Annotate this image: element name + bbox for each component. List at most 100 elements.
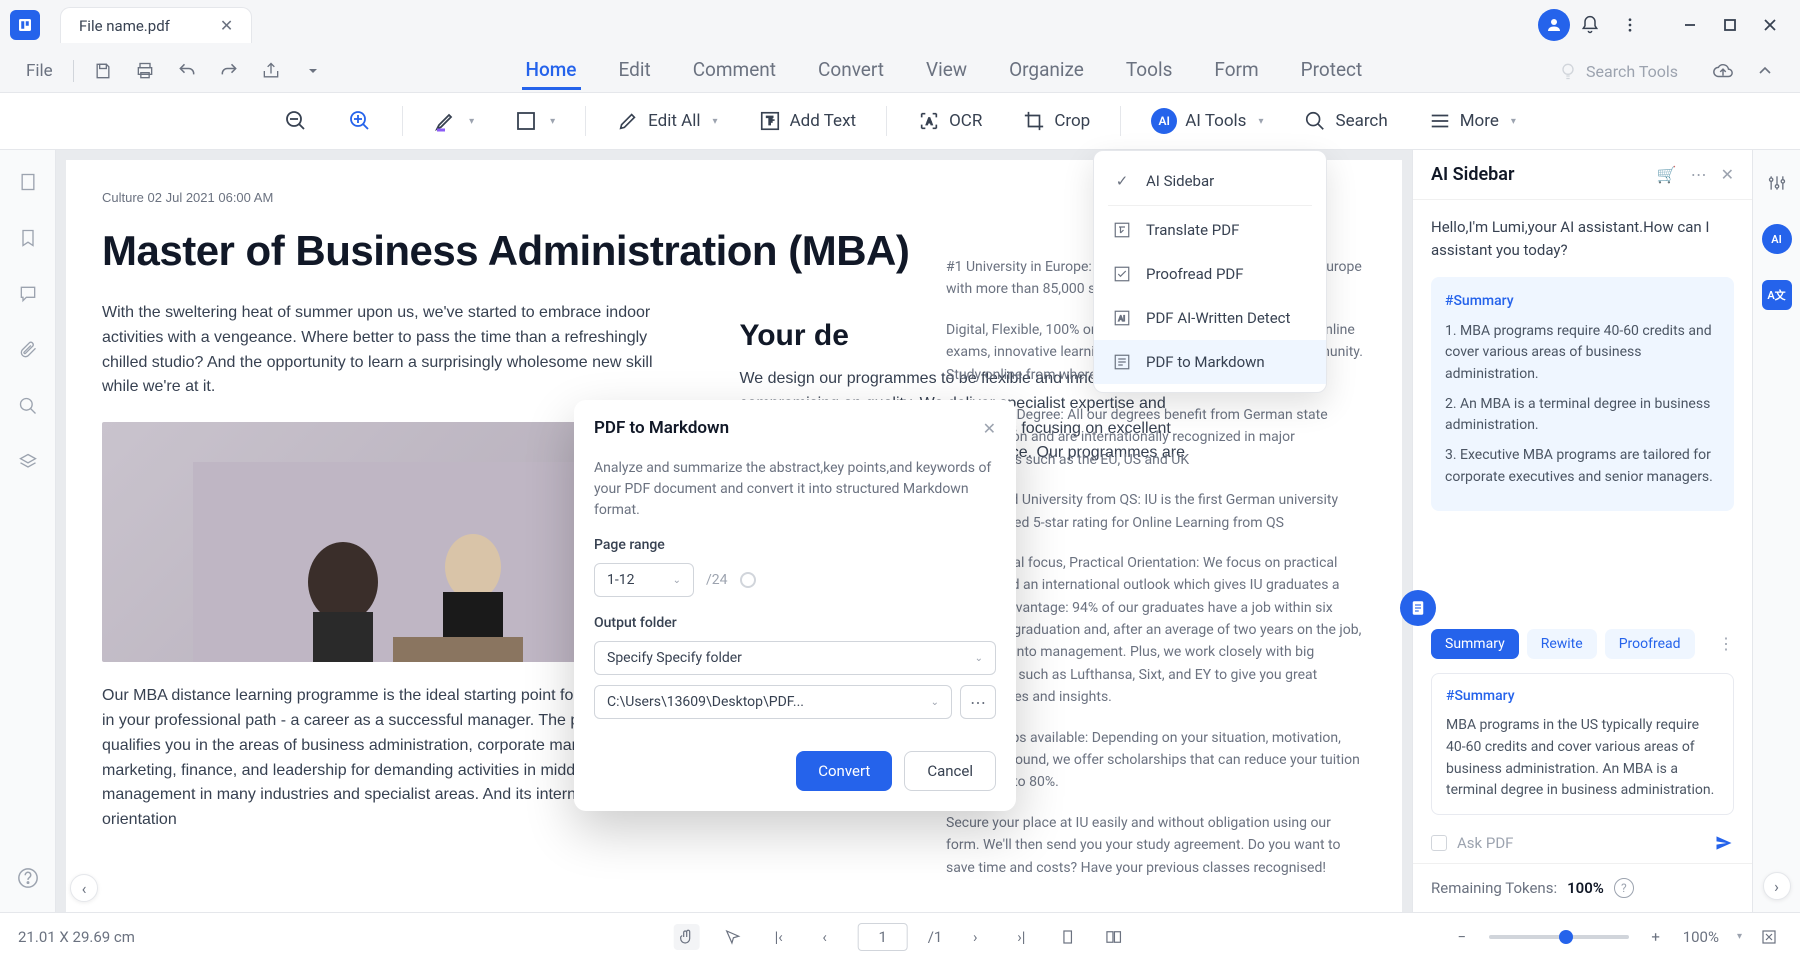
floating-doc-icon[interactable] bbox=[1400, 590, 1436, 626]
zoom-in-button[interactable] bbox=[338, 103, 382, 139]
crop-button[interactable]: Crop bbox=[1012, 103, 1100, 139]
page-total: /24 bbox=[706, 572, 728, 588]
modal-description: Analyze and summarize the abstract,key p… bbox=[594, 458, 996, 521]
tab-organize[interactable]: Organize bbox=[1005, 52, 1088, 90]
hand-tool-icon[interactable] bbox=[674, 924, 700, 950]
browse-folder-button[interactable]: ⋯ bbox=[960, 685, 996, 719]
comment-icon[interactable] bbox=[14, 280, 42, 308]
settings-icon[interactable] bbox=[1762, 168, 1792, 198]
ai-tools-button[interactable]: AIAI Tools▾ bbox=[1141, 102, 1273, 140]
chip-more-icon[interactable]: ⋮ bbox=[1718, 634, 1734, 653]
chip-rewrite[interactable]: Rewite bbox=[1527, 629, 1597, 659]
ask-checkbox[interactable] bbox=[1431, 835, 1447, 851]
user-avatar[interactable] bbox=[1538, 9, 1570, 41]
maximize-button[interactable] bbox=[1710, 5, 1750, 45]
menu-tabs: Home Edit Comment Convert View Organize … bbox=[338, 52, 1550, 90]
tab-comment[interactable]: Comment bbox=[689, 52, 780, 90]
send-icon[interactable] bbox=[1714, 833, 1734, 853]
page-range-label: Page range bbox=[594, 537, 996, 553]
minimize-button[interactable] bbox=[1670, 5, 1710, 45]
shape-button[interactable]: ▾ bbox=[504, 103, 565, 139]
ai-greeting: Hello,I'm Lumi,your AI assistant.How can… bbox=[1431, 216, 1734, 261]
save-icon[interactable] bbox=[86, 54, 120, 88]
notification-icon[interactable] bbox=[1570, 5, 1610, 45]
redo-icon[interactable] bbox=[212, 54, 246, 88]
single-page-icon[interactable] bbox=[1054, 924, 1080, 950]
ai-menu-sidebar[interactable]: ✓ AI Sidebar bbox=[1094, 159, 1326, 203]
prev-page-icon[interactable]: ‹ bbox=[812, 924, 838, 950]
tab-close-icon[interactable]: ✕ bbox=[220, 16, 233, 35]
app-icon[interactable] bbox=[10, 10, 40, 40]
edit-all-button[interactable]: Edit All▾ bbox=[606, 103, 727, 139]
cancel-button[interactable]: Cancel bbox=[904, 751, 996, 791]
fit-page-icon[interactable] bbox=[1756, 924, 1782, 950]
search-button[interactable]: Search bbox=[1293, 103, 1397, 139]
search-tools[interactable]: Search Tools bbox=[1558, 61, 1678, 81]
chevron-down-icon: ⌄ bbox=[975, 653, 983, 664]
tab-form[interactable]: Form bbox=[1210, 52, 1262, 90]
tab-home[interactable]: Home bbox=[522, 52, 581, 90]
attachment-icon[interactable] bbox=[14, 336, 42, 364]
convert-button[interactable]: Convert bbox=[796, 751, 892, 791]
output-folder-select[interactable]: Specify Specify folder ⌄ bbox=[594, 641, 996, 675]
ai-more-icon[interactable]: ⋯ bbox=[1691, 165, 1707, 184]
more-button[interactable]: More▾ bbox=[1418, 103, 1526, 139]
translate-icon[interactable]: A文 bbox=[1762, 280, 1792, 310]
tab-protect[interactable]: Protect bbox=[1297, 52, 1367, 90]
pdf-to-markdown-modal: PDF to Markdown ✕ Analyze and summarize … bbox=[574, 400, 1016, 811]
share-icon[interactable] bbox=[254, 54, 288, 88]
ai-menu-translate[interactable]: Translate PDF bbox=[1094, 208, 1326, 252]
zoom-out-button[interactable] bbox=[274, 103, 318, 139]
cloud-upload-icon[interactable] bbox=[1706, 54, 1740, 88]
page-range-toggle[interactable] bbox=[740, 572, 756, 588]
two-page-icon[interactable] bbox=[1100, 924, 1126, 950]
next-page-icon[interactable]: › bbox=[962, 924, 988, 950]
output-path-field[interactable]: C:\Users\13609\Desktop\PDF... ⌄ bbox=[594, 685, 952, 719]
ai-menu-detect[interactable]: AI PDF AI-Written Detect bbox=[1094, 296, 1326, 340]
modal-close-icon[interactable]: ✕ bbox=[983, 419, 996, 438]
modal-title: PDF to Markdown bbox=[594, 418, 729, 438]
ai-rail-icon[interactable]: AI bbox=[1762, 224, 1792, 254]
ask-pdf-row[interactable]: Ask PDF bbox=[1431, 833, 1734, 853]
page-nav-left[interactable]: ‹ bbox=[70, 874, 98, 902]
page-range-select[interactable]: 1-12 ⌄ bbox=[594, 563, 694, 597]
page-nav-right[interactable]: › bbox=[1763, 872, 1791, 900]
menu-bar: File Home Edit Comment Convert View Orga… bbox=[0, 50, 1800, 92]
chip-proofread[interactable]: Proofread bbox=[1605, 629, 1695, 659]
ribbon-toolbar: ▾ ▾ Edit All▾ TAdd Text AOCR Crop AIAI T… bbox=[0, 92, 1800, 150]
select-tool-icon[interactable] bbox=[720, 924, 746, 950]
zoom-out-icon[interactable]: − bbox=[1449, 924, 1475, 950]
tab-convert[interactable]: Convert bbox=[814, 52, 888, 90]
close-button[interactable] bbox=[1750, 5, 1790, 45]
thumbnails-icon[interactable] bbox=[14, 168, 42, 196]
tokens-help-icon[interactable]: ? bbox=[1614, 878, 1634, 898]
layers-icon[interactable] bbox=[14, 448, 42, 476]
ai-menu-markdown[interactable]: PDF to Markdown bbox=[1094, 340, 1326, 384]
tab-tools[interactable]: Tools bbox=[1122, 52, 1177, 90]
ocr-button[interactable]: AOCR bbox=[907, 103, 992, 139]
collapse-icon[interactable] bbox=[1748, 54, 1782, 88]
file-menu[interactable]: File bbox=[18, 57, 61, 85]
zoom-in-icon[interactable]: + bbox=[1643, 924, 1669, 950]
document-tab[interactable]: File name.pdf ✕ bbox=[60, 7, 252, 43]
chip-summary[interactable]: Summary bbox=[1431, 629, 1519, 659]
ai-menu-proofread[interactable]: Proofread PDF bbox=[1094, 252, 1326, 296]
zoom-slider[interactable] bbox=[1489, 935, 1629, 939]
last-page-icon[interactable]: ›| bbox=[1008, 924, 1034, 950]
kebab-icon[interactable] bbox=[1610, 5, 1650, 45]
ai-result-box: #Summary MBA programs in the US typicall… bbox=[1431, 673, 1734, 815]
help-icon[interactable] bbox=[14, 864, 42, 892]
tab-edit[interactable]: Edit bbox=[615, 52, 655, 90]
tab-view[interactable]: View bbox=[922, 52, 971, 90]
search-panel-icon[interactable] bbox=[14, 392, 42, 420]
highlight-button[interactable]: ▾ bbox=[423, 103, 484, 139]
add-text-button[interactable]: TAdd Text bbox=[748, 103, 866, 139]
undo-icon[interactable] bbox=[170, 54, 204, 88]
current-page-input[interactable]: 1 bbox=[858, 923, 908, 951]
dropdown-chevron-icon[interactable] bbox=[296, 54, 330, 88]
ai-close-icon[interactable]: ✕ bbox=[1721, 165, 1734, 184]
print-icon[interactable] bbox=[128, 54, 162, 88]
cart-icon[interactable]: 🛒 bbox=[1657, 165, 1677, 184]
first-page-icon[interactable]: |‹ bbox=[766, 924, 792, 950]
bookmark-icon[interactable] bbox=[14, 224, 42, 252]
